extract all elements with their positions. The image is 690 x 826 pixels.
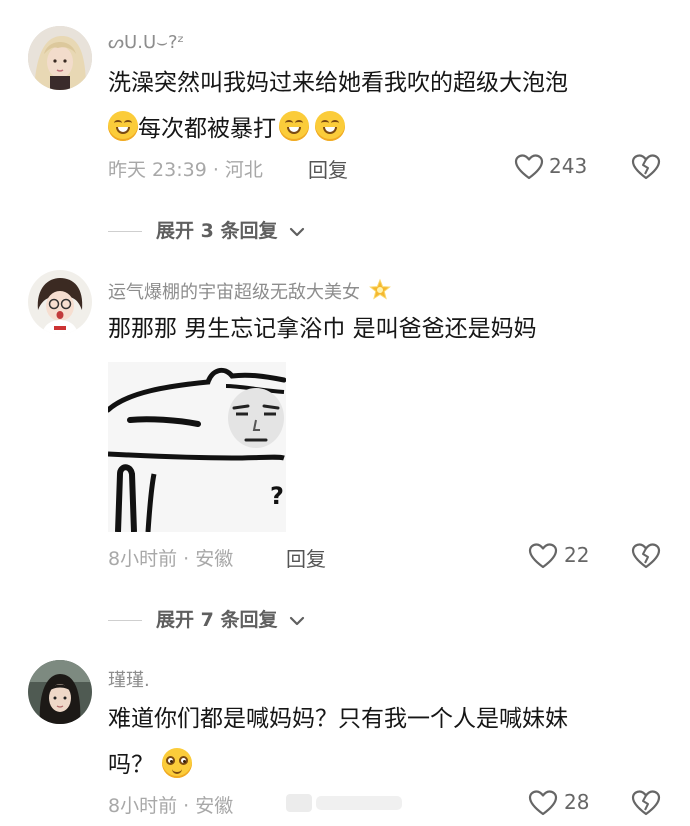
avatar-image <box>28 660 92 724</box>
username[interactable]: 运气爆棚的宇宙超级无敌大美女 <box>108 278 392 304</box>
comment-meta: 8小时前 · 安徽 <box>108 795 234 817</box>
comment-text-line-2: 每次都被暴打 <box>108 106 668 152</box>
reply-button[interactable]: 回复 <box>286 543 326 572</box>
grin-emoji-icon <box>315 111 345 141</box>
expand-replies-label: 展开 7 条回复 <box>156 609 278 631</box>
heart-outline-icon[interactable] <box>514 153 544 181</box>
comment-text-fragment: 吗？ <box>108 752 154 778</box>
comment-meta: 昨天 23:39 · 河北 <box>108 159 263 181</box>
divider-line <box>108 620 142 621</box>
comment-text: 难道你们都是喊妈妈？只有我一个人是喊妹妹 吗？ <box>108 696 668 788</box>
heart-outline-icon[interactable] <box>528 542 558 570</box>
comment-text: 洗澡突然叫我妈过来给她看我吹的超级大泡泡 每次都被暴打 <box>108 60 668 152</box>
avatar-image <box>28 26 92 90</box>
username-text: 运气爆棚的宇宙超级无敌大美女 <box>108 282 360 303</box>
grin-emoji-icon <box>279 111 309 141</box>
grin-emoji-icon <box>108 111 138 141</box>
avatar[interactable] <box>28 660 92 724</box>
comment-text-line: 洗澡突然叫我妈过来给她看我吹的超级大泡泡 <box>108 70 568 96</box>
expand-replies-label: 展开 3 条回复 <box>156 220 278 242</box>
chevron-down-icon <box>289 227 305 236</box>
reply-button[interactable]: 回复 <box>308 154 348 183</box>
username[interactable]: 瑾瑾. <box>108 666 150 692</box>
avatar-image <box>28 270 92 334</box>
comment-text-line-2: 吗？ <box>108 742 668 788</box>
like-count: 243 <box>549 154 588 178</box>
broken-heart-icon[interactable] <box>631 153 661 181</box>
wide-eyes-emoji-icon <box>162 748 192 778</box>
broken-heart-icon[interactable] <box>631 542 661 570</box>
heart-outline-icon[interactable] <box>528 789 558 817</box>
chevron-down-icon <box>289 616 305 625</box>
comment-text: 那那那 男生忘记拿浴巾 是叫爸爸还是妈妈 <box>108 316 537 342</box>
sticker-image[interactable]: ? <box>105 362 287 533</box>
meme-sticker-drawing: ? <box>105 362 287 533</box>
like-count: 28 <box>564 790 590 814</box>
sticker-question-mark: ? <box>270 482 284 510</box>
broken-heart-icon[interactable] <box>631 789 661 817</box>
expand-replies-button[interactable]: 展开 7 条回复 <box>108 605 306 631</box>
expand-replies-button[interactable]: 展开 3 条回复 <box>108 216 306 242</box>
watermark-smudge <box>286 794 402 812</box>
comment-text-line: 难道你们都是喊妈妈？只有我一个人是喊妹妹 <box>108 706 568 732</box>
divider-line <box>108 231 142 232</box>
like-count: 22 <box>564 543 590 567</box>
username[interactable]: ᔕᑌ.ᑌ⌣?ᶻ <box>108 32 184 53</box>
avatar[interactable] <box>28 270 92 334</box>
comment-meta: 8小时前 · 安徽 <box>108 548 234 570</box>
comment-text-fragment: 每次都被暴打 <box>138 116 276 142</box>
avatar[interactable] <box>28 26 92 90</box>
star-badge-icon <box>368 278 391 300</box>
